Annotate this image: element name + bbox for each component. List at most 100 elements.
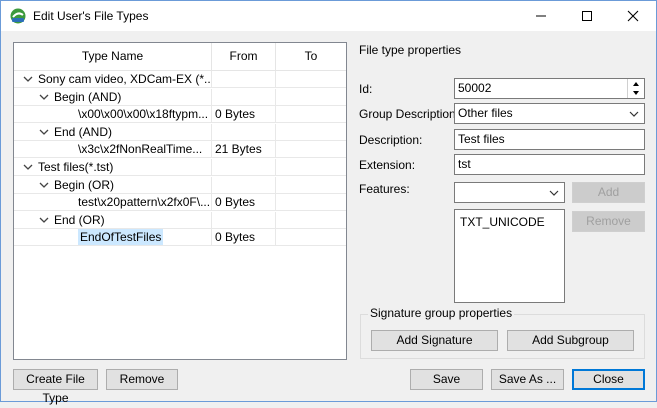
tree-cell-to (276, 159, 346, 176)
id-value: 50002 (458, 81, 492, 95)
tree-cell-from: 21 Bytes (212, 141, 276, 159)
tree-cell-from: 0 Bytes (212, 229, 276, 247)
tree-cell-from (212, 71, 276, 88)
tree-cell-from: 0 Bytes (212, 194, 276, 212)
tree-cell-name: \x3c\x2fNonRealTime... (14, 141, 212, 159)
features-select[interactable] (454, 182, 565, 203)
tree-header: Type Name From To (14, 43, 346, 71)
tree-cell-to (276, 229, 346, 247)
chevron-down-icon (629, 111, 639, 117)
tree-item-label: Test files(*.tst) (38, 160, 114, 174)
dialog-window: Edit User's File Types Type Name From To… (0, 0, 657, 405)
tree-cell-to (276, 177, 346, 194)
column-header-to[interactable]: To (276, 43, 346, 70)
file-type-tree[interactable]: Type Name From To Sony cam video, XDCam-… (13, 42, 347, 360)
tree-row[interactable]: Begin (OR) (14, 176, 346, 194)
tree-item-label: Begin (AND) (54, 89, 122, 104)
save-as-button[interactable]: Save As ... (491, 369, 564, 390)
remove-feature-button[interactable]: Remove (572, 211, 645, 232)
chevron-down-icon[interactable] (38, 126, 50, 138)
tree-cell-to (276, 141, 346, 159)
tree-item-label: \x3c\x2fNonRealTime... (78, 142, 203, 157)
close-button[interactable]: Close (572, 369, 645, 390)
tree-cell-to (276, 106, 346, 124)
column-header-from[interactable]: From (212, 43, 276, 70)
tree-cell-name: Begin (OR) (14, 176, 212, 194)
tree-cell-from (212, 88, 276, 106)
group-description-value: Other files (458, 106, 513, 120)
close-window-button[interactable] (610, 1, 656, 31)
tree-cell-name: EndOfTestFiles (14, 229, 212, 247)
chevron-down-icon[interactable] (38, 179, 50, 191)
tree-cell-from: 0 Bytes (212, 106, 276, 124)
minimize-button[interactable] (518, 1, 564, 31)
chevron-down-icon[interactable] (22, 161, 34, 173)
section-title-file-type-properties: File type properties (359, 43, 462, 57)
tree-cell-to (276, 71, 346, 88)
app-icon (9, 7, 27, 25)
tree-row[interactable]: \x00\x00\x00\x18ftypm... 0 Bytes (14, 106, 346, 124)
tree-cell-from (212, 123, 276, 141)
chevron-down-icon[interactable] (38, 91, 50, 103)
spinner-arrows[interactable] (627, 79, 644, 98)
description-label: Description: (359, 133, 423, 147)
tree-row[interactable]: Begin (AND) (14, 88, 346, 106)
signature-group-title: Signature group properties (368, 306, 515, 320)
id-label: Id: (359, 82, 373, 96)
tree-item-label: \x00\x00\x00\x18ftypm... (78, 107, 209, 122)
add-subgroup-button[interactable]: Add Subgroup (507, 330, 634, 351)
spin-down-icon[interactable] (628, 89, 644, 98)
features-list-item[interactable]: TXT_UNICODE (460, 215, 545, 229)
add-feature-button[interactable]: Add (572, 182, 645, 203)
add-signature-button[interactable]: Add Signature (371, 330, 498, 351)
remove-file-type-button[interactable]: Remove (106, 369, 178, 390)
tree-cell-name: Begin (AND) (14, 88, 212, 106)
features-list[interactable]: TXT_UNICODE (454, 209, 565, 303)
chevron-down-icon[interactable] (38, 214, 50, 226)
tree-cell-name: Sony cam video, XDCam-EX (*... (14, 71, 212, 88)
chevron-down-icon (549, 190, 559, 196)
close-icon (627, 10, 639, 22)
tree-cell-name: \x00\x00\x00\x18ftypm... (14, 106, 212, 124)
tree-row[interactable]: EndOfTestFiles 0 Bytes (14, 229, 346, 247)
tree-item-label: test\x20pattern\x2fx0F\... (78, 195, 211, 210)
create-file-type-button[interactable]: Create File Type (13, 369, 98, 405)
spin-up-icon[interactable] (628, 79, 644, 88)
maximize-button[interactable] (564, 1, 610, 31)
tree-cell-to (276, 194, 346, 212)
title-bar[interactable]: Edit User's File Types (1, 1, 656, 31)
tree-row[interactable]: End (OR) (14, 211, 346, 229)
tree-cell-to (276, 89, 346, 106)
group-description-label: Group Description: (359, 107, 460, 121)
extension-input[interactable]: tst (454, 154, 645, 175)
tree-row[interactable]: \x3c\x2fNonRealTime... 21 Bytes (14, 141, 346, 159)
tree-cell-name: test\x20pattern\x2fx0F\... (14, 194, 212, 212)
tree-row[interactable]: Test files(*.tst) (14, 159, 346, 176)
maximize-icon (582, 11, 592, 21)
tree-cell-from (212, 176, 276, 194)
tree-row[interactable]: Sony cam video, XDCam-EX (*... (14, 71, 346, 88)
id-spinner[interactable]: 50002 (454, 78, 645, 99)
extension-label: Extension: (359, 158, 416, 172)
tree-cell-from (212, 211, 276, 229)
tree-row[interactable]: test\x20pattern\x2fx0F\... 0 Bytes (14, 194, 346, 212)
tree-row[interactable]: End (AND) (14, 123, 346, 141)
tree-cell-name: End (OR) (14, 211, 212, 229)
tree-cell-to (276, 124, 346, 141)
tree-item-label: Sony cam video, XDCam-EX (*... (38, 72, 212, 86)
tree-item-label: End (AND) (54, 124, 113, 139)
column-header-type-name[interactable]: Type Name (14, 43, 212, 70)
tree-item-label: End (OR) (54, 212, 105, 227)
minimize-icon (536, 15, 546, 17)
tree-cell-to (276, 212, 346, 229)
tree-cell-name: Test files(*.tst) (14, 159, 212, 176)
save-button[interactable]: Save (410, 369, 483, 390)
group-description-select[interactable]: Other files (454, 103, 645, 124)
window-title: Edit User's File Types (33, 9, 149, 23)
tree-item-label: EndOfTestFiles (78, 229, 164, 246)
tree-cell-from (212, 159, 276, 176)
description-input[interactable]: Test files (454, 129, 645, 150)
chevron-down-icon[interactable] (22, 73, 34, 85)
tree-cell-name: End (AND) (14, 123, 212, 141)
features-label: Features: (359, 182, 410, 196)
